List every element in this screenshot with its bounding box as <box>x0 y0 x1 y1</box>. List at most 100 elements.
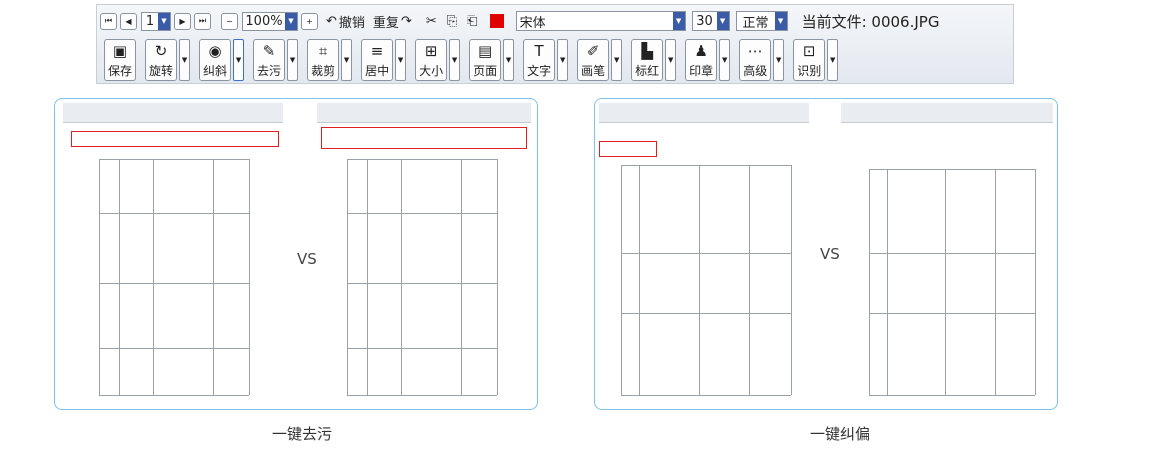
redo-icon: ↷ <box>400 13 412 29</box>
zoom-in-button[interactable]: + <box>301 12 318 30</box>
crop-button[interactable]: ⌗ 裁剪 <box>307 39 340 81</box>
size-button[interactable]: ⊞ 大小 <box>415 39 448 81</box>
pen-icon: ✐ <box>586 42 600 60</box>
rotate-button[interactable]: ↻ 旋转 <box>145 39 178 81</box>
tool-group-ocr: ⊡ 识别 ▼ <box>790 39 839 81</box>
current-file-name: 0006.JPG <box>871 12 940 31</box>
pen-label: 画笔 <box>581 64 606 78</box>
chevron-down-icon[interactable]: ▼ <box>716 12 729 30</box>
save-label: 保存 <box>108 64 133 78</box>
center-dropdown-chevron-icon[interactable]: ▼ <box>395 39 407 81</box>
redmark-dropdown-chevron-icon[interactable]: ▼ <box>665 39 677 81</box>
zoom-value: 100% <box>245 13 283 29</box>
deskew-icon: ◉ <box>208 42 222 60</box>
ocr-label: 识别 <box>797 64 822 78</box>
center-icon: ≡ <box>370 42 384 60</box>
redmark-button[interactable]: ▙ 标红 <box>631 39 664 81</box>
stamp-dropdown-chevron-icon[interactable]: ▼ <box>719 39 731 81</box>
current-file-indicator: 当前文件: 0006.JPG <box>802 11 940 32</box>
size-icon: ⊞ <box>424 42 438 60</box>
undo-button[interactable]: ↶ 撤销 <box>326 12 365 31</box>
font-name-select[interactable]: 宋体 ▼ <box>515 11 686 31</box>
rotate-icon: ↻ <box>154 42 168 60</box>
first-page-button[interactable]: ⏮ <box>100 12 117 30</box>
mini-toolbar <box>599 103 809 123</box>
advanced-button[interactable]: ⋯ 高级 <box>739 39 772 81</box>
page-icon: ▤ <box>478 42 493 60</box>
highlight-box <box>71 131 279 147</box>
font-size-select[interactable]: 30 ▼ <box>691 11 730 31</box>
crop-dropdown-chevron-icon[interactable]: ▼ <box>341 39 353 81</box>
size-dropdown-chevron-icon[interactable]: ▼ <box>449 39 461 81</box>
stamp-button[interactable]: ♟ 印章 <box>685 39 718 81</box>
redo-label: 重复 <box>372 15 399 31</box>
paste-icon[interactable]: ⎗ <box>467 14 477 29</box>
tool-group-clean: ✎ 去污 ▼ <box>250 39 299 81</box>
vs-label-right: VS <box>820 245 840 263</box>
next-page-button[interactable]: ▶ <box>174 12 191 30</box>
caption-deskew: 一键纠偏 <box>810 425 871 443</box>
tool-group-text: T 文字 ▼ <box>520 39 569 81</box>
font-size-value: 30 <box>696 13 713 29</box>
text-dropdown-chevron-icon[interactable]: ▼ <box>557 39 569 81</box>
toolbar-row-tools: ▣ 保存 ↻ 旋转 ▼ ◉ 纠斜 ▼ ✎ 去污 ▼ ⌗ 裁剪 ▼ ≡ 居中 ▼ ⊞ 大小 ▼ ▤ 页面 ▼ T 文字 ▼ ✐ 画笔 ▼ ▙… <box>101 38 844 82</box>
chevron-down-icon[interactable]: ▼ <box>158 12 170 30</box>
page-select[interactable]: 1 ▼ <box>141 11 171 31</box>
zoom-out-button[interactable]: − <box>221 12 238 30</box>
last-page-button[interactable]: ⏭ <box>194 12 211 30</box>
advanced-dropdown-chevron-icon[interactable]: ▼ <box>773 39 785 81</box>
deskew-dropdown-chevron-icon[interactable]: ▼ <box>233 39 245 81</box>
undo-icon: ↶ <box>326 13 337 29</box>
ocr-dropdown-chevron-icon[interactable]: ▼ <box>827 39 839 81</box>
current-file-label: 当前文件: <box>801 12 867 31</box>
pen-button[interactable]: ✐ 画笔 <box>577 39 610 81</box>
page-button[interactable]: ▤ 页面 <box>469 39 502 81</box>
save-icon: ▣ <box>112 42 128 60</box>
deskew-button[interactable]: ◉ 纠斜 <box>199 39 232 81</box>
page-value: 1 <box>145 13 155 29</box>
tool-group-save: ▣ 保存 <box>101 39 137 81</box>
deskew-label: 纠斜 <box>203 64 228 78</box>
tool-group-center: ≡ 居中 ▼ <box>358 39 407 81</box>
after-clean-thumbnail <box>317 103 531 403</box>
center-button[interactable]: ≡ 居中 <box>361 39 394 81</box>
text-icon: T <box>534 42 544 60</box>
tool-group-deskew: ◉ 纠斜 ▼ <box>196 39 245 81</box>
chevron-down-icon[interactable]: ▼ <box>285 12 297 30</box>
font-style-select[interactable]: 正常 ▼ <box>735 11 788 31</box>
prev-page-button[interactable]: ◀ <box>120 12 137 30</box>
mini-toolbar <box>63 103 283 123</box>
chevron-down-icon[interactable]: ▼ <box>672 12 685 30</box>
mini-toolbar <box>841 103 1053 123</box>
redmark-icon: ▙ <box>641 42 653 60</box>
clean-dropdown-chevron-icon[interactable]: ▼ <box>287 39 299 81</box>
size-label: 大小 <box>419 64 444 78</box>
tool-group-redmark: ▙ 标红 ▼ <box>628 39 677 81</box>
stamp-label: 印章 <box>689 64 714 78</box>
text-button[interactable]: T 文字 <box>523 39 556 81</box>
redmark-label: 标红 <box>635 64 660 78</box>
before-deskew-thumbnail <box>599 103 809 403</box>
stamp-icon: ♟ <box>694 42 708 60</box>
font-style-value: 正常 <box>742 15 769 31</box>
chevron-down-icon[interactable]: ▼ <box>774 12 787 30</box>
comparison-panel-clean <box>54 98 538 410</box>
tool-group-advanced: ⋯ 高级 ▼ <box>736 39 785 81</box>
center-label: 居中 <box>365 64 390 78</box>
ocr-button[interactable]: ⊡ 识别 <box>793 39 826 81</box>
copy-icon[interactable]: ⎘ <box>447 14 457 29</box>
page-dropdown-chevron-icon[interactable]: ▼ <box>503 39 515 81</box>
clean-label: 去污 <box>257 64 282 78</box>
mini-toolbar <box>317 103 531 123</box>
tool-group-crop: ⌗ 裁剪 ▼ <box>304 39 353 81</box>
advanced-icon: ⋯ <box>747 42 763 60</box>
cut-icon[interactable]: ✂ <box>426 14 437 29</box>
pen-dropdown-chevron-icon[interactable]: ▼ <box>611 39 623 81</box>
rotate-dropdown-chevron-icon[interactable]: ▼ <box>179 39 191 81</box>
zoom-select[interactable]: 100% ▼ <box>242 11 298 31</box>
color-picker-swatch[interactable] <box>489 14 504 28</box>
redo-button[interactable]: 重复 ↷ <box>373 12 412 31</box>
save-button[interactable]: ▣ 保存 <box>104 39 137 81</box>
crop-icon: ⌗ <box>318 42 328 60</box>
clean-button[interactable]: ✎ 去污 <box>253 39 286 81</box>
